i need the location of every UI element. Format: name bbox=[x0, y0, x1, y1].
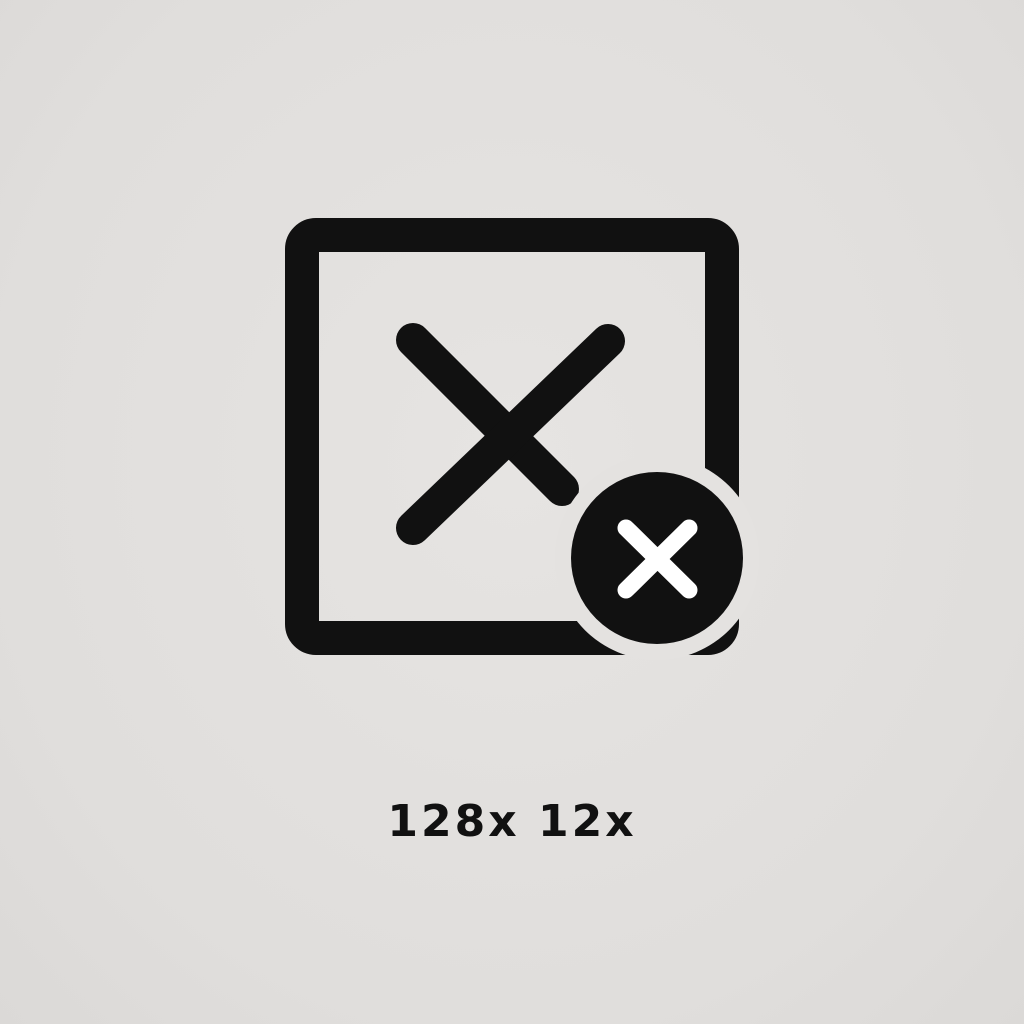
icon-preview: 128x 12x bbox=[0, 0, 1024, 1024]
close-window-icon bbox=[0, 0, 1024, 1024]
close-circle-icon bbox=[571, 472, 743, 644]
size-caption: 128x 12x bbox=[387, 796, 637, 847]
